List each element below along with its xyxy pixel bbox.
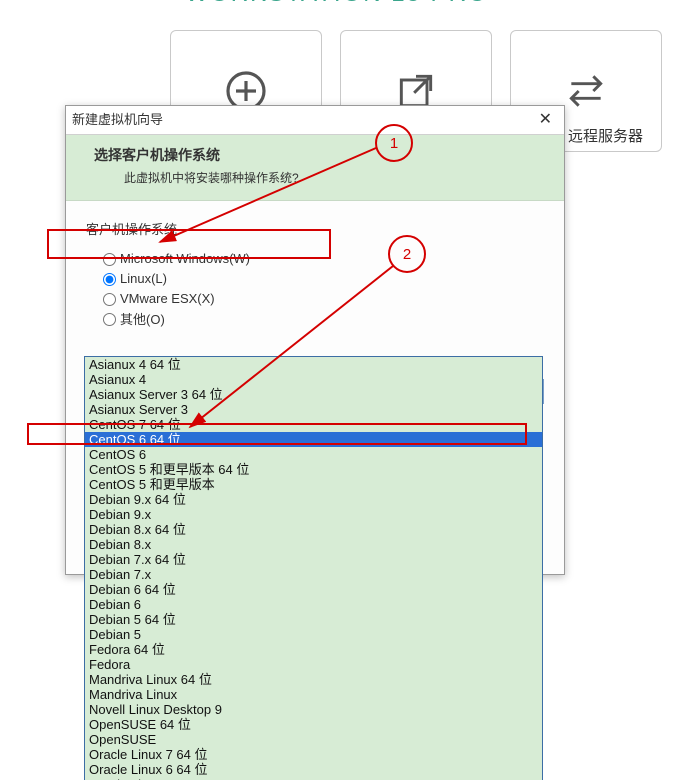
radio-esx-label: VMware ESX(X) <box>120 291 215 306</box>
version-option[interactable]: Novell Linux Desktop 9 <box>85 702 542 717</box>
version-option[interactable]: Debian 8.x 64 位 <box>85 522 542 537</box>
radio-esx[interactable]: VMware ESX(X) <box>98 288 544 308</box>
titlebar: 新建虚拟机向导 ✕ <box>66 106 564 135</box>
radio-other[interactable]: 其他(O) <box>98 308 544 328</box>
version-dropdown[interactable]: Asianux 4 64 位Asianux 4Asianux Server 3 … <box>84 356 543 780</box>
version-option[interactable]: Debian 8.x <box>85 537 542 552</box>
version-option[interactable]: Debian 6 64 位 <box>85 582 542 597</box>
annotation-box-1 <box>47 229 331 259</box>
dialog-header: 选择客户机操作系统 此虚拟机中将安装哪种操作系统? <box>66 135 564 201</box>
version-option[interactable]: Debian 6 <box>85 597 542 612</box>
annotation-circle-1: 1 <box>375 124 413 162</box>
version-option[interactable]: Mandriva Linux 64 位 <box>85 672 542 687</box>
version-option[interactable]: Debian 7.x 64 位 <box>85 552 542 567</box>
radio-other-label: 其他(O) <box>120 309 165 328</box>
version-option[interactable]: Asianux Server 3 64 位 <box>85 387 542 402</box>
header-title: 选择客户机操作系统 <box>80 145 550 165</box>
version-option[interactable]: Oracle Linux 7 64 位 <box>85 747 542 762</box>
version-option[interactable]: Fedora 64 位 <box>85 642 542 657</box>
close-icon[interactable]: ✕ <box>533 106 558 134</box>
version-option[interactable]: Mandriva Linux <box>85 687 542 702</box>
radio-linux-label: Linux(L) <box>120 271 167 286</box>
version-option[interactable]: Debian 5 <box>85 627 542 642</box>
version-option[interactable]: Oracle Linux 6 64 位 <box>85 762 542 777</box>
version-option[interactable]: CentOS 6 <box>85 447 542 462</box>
version-option[interactable]: Fedora <box>85 657 542 672</box>
version-option[interactable]: CentOS 5 和更早版本 <box>85 477 542 492</box>
version-option[interactable]: Debian 5 64 位 <box>85 612 542 627</box>
os-radio-group: Microsoft Windows(W) Linux(L) VMware ESX… <box>86 248 544 328</box>
version-option[interactable]: Debian 7.x <box>85 567 542 582</box>
header-sub: 此虚拟机中将安装哪种操作系统? <box>80 169 550 186</box>
version-option[interactable]: Debian 9.x 64 位 <box>85 492 542 507</box>
remote-server-label: 远程服务器 <box>568 125 643 146</box>
version-option[interactable]: Asianux 4 64 位 <box>85 357 542 372</box>
version-option[interactable]: CentOS 5 和更早版本 64 位 <box>85 462 542 477</box>
top-heading: WORKSTATION 15 PRO <box>0 0 674 8</box>
dialog-title: 新建虚拟机向导 <box>72 106 163 134</box>
version-option[interactable]: Asianux 4 <box>85 372 542 387</box>
version-option[interactable]: OpenSUSE <box>85 732 542 747</box>
annotation-circle-2: 2 <box>388 235 426 273</box>
version-option[interactable]: OpenSUSE 64 位 <box>85 717 542 732</box>
annotation-box-2 <box>27 423 527 445</box>
version-option[interactable]: Asianux Server 3 <box>85 402 542 417</box>
radio-linux[interactable]: Linux(L) <box>98 268 544 288</box>
version-option[interactable]: Debian 9.x <box>85 507 542 522</box>
